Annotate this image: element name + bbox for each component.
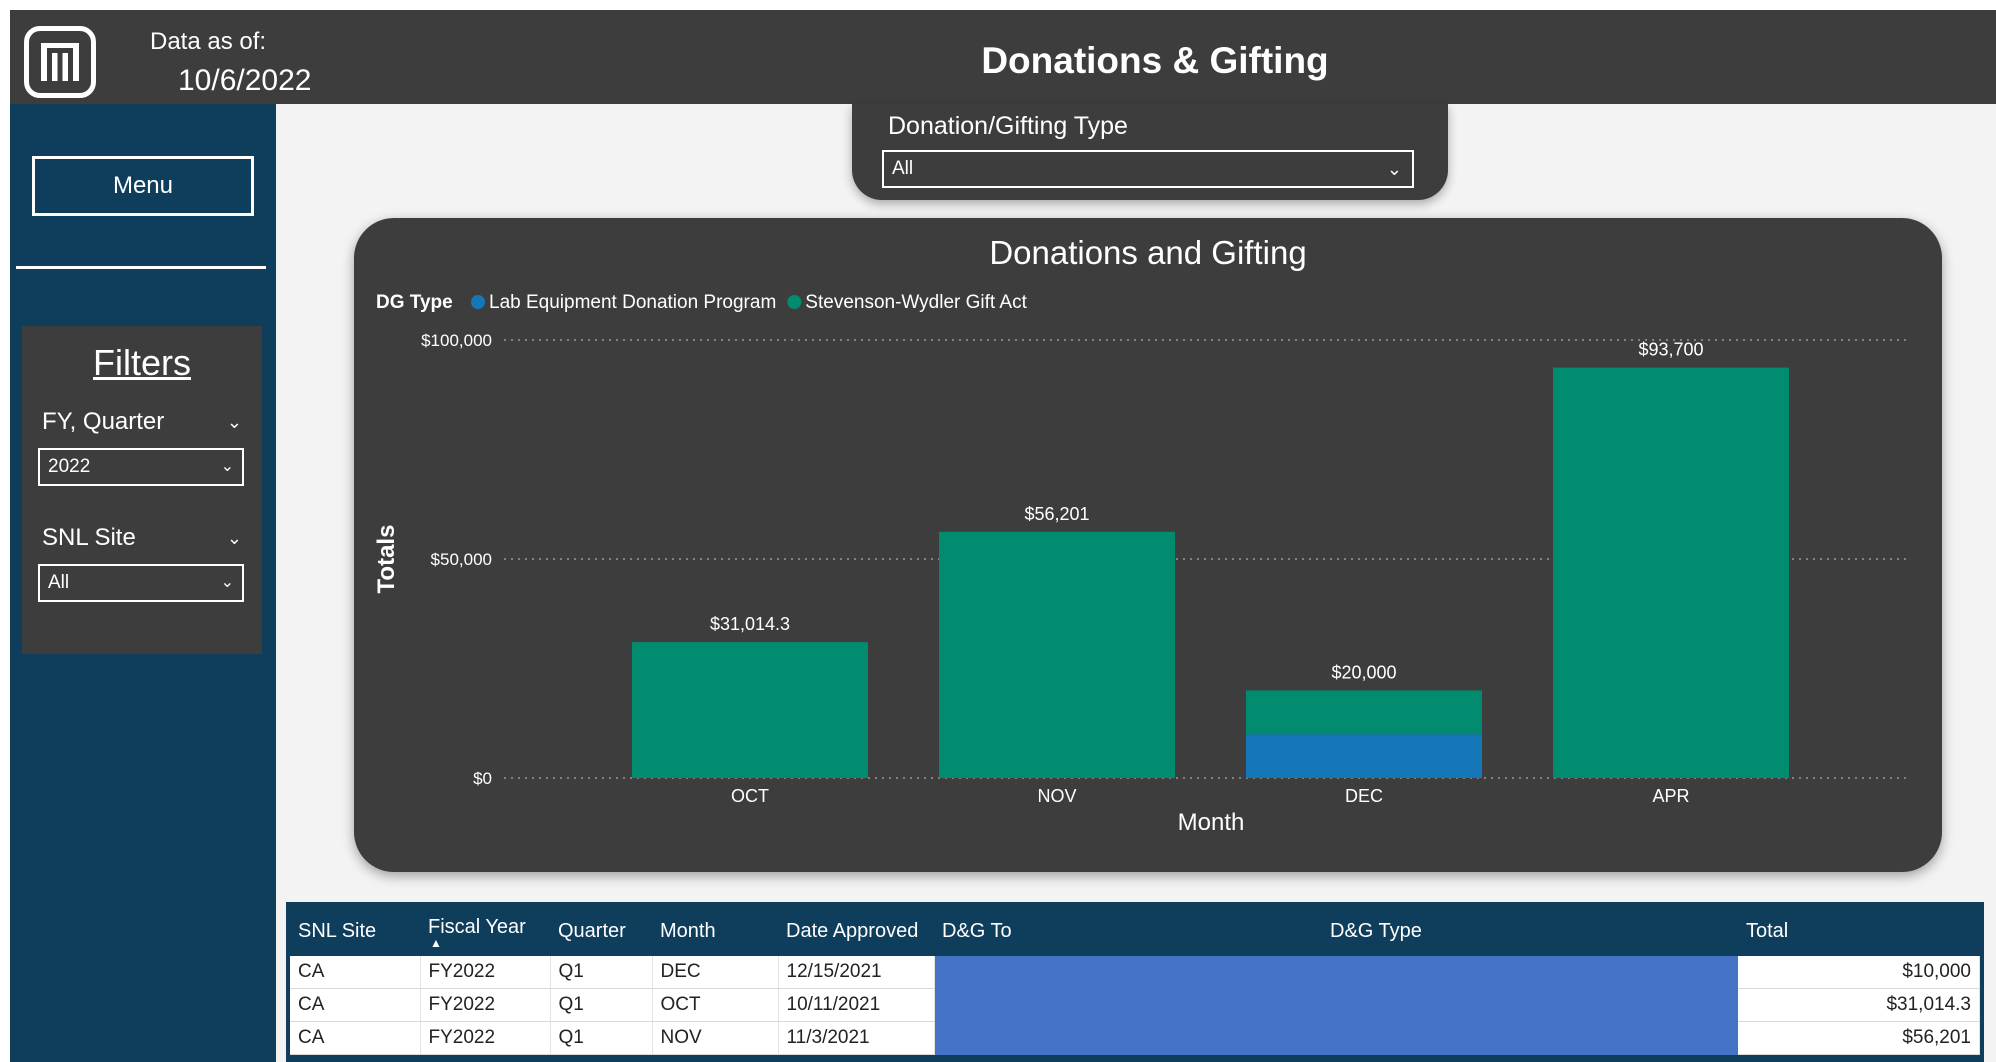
cell-month: OCT xyxy=(652,988,779,1022)
data-label: $31,014.3 xyxy=(710,614,790,634)
y-tick-label: $50,000 xyxy=(431,550,492,569)
snl-site-value: All xyxy=(48,572,70,593)
fy-quarter-expand-icon[interactable]: ⌄ xyxy=(227,412,242,433)
fy-quarter-value: 2022 xyxy=(48,456,91,477)
type-filter-dropdown[interactable]: All ⌄ xyxy=(882,150,1414,188)
cell-month: DEC xyxy=(652,956,779,989)
top-bar: Data as of: 10/6/2022 Donations & Giftin… xyxy=(10,10,1996,104)
x-axis-label: Month xyxy=(1178,809,1245,836)
cell-fiscal-year: FY2022 xyxy=(420,1021,551,1055)
col-header-total[interactable]: Total xyxy=(1738,906,1980,956)
cell-quarter: Q1 xyxy=(550,956,653,989)
data-label: $56,201 xyxy=(1024,504,1089,524)
y-tick-label: $100,000 xyxy=(421,331,492,350)
redacted-cell xyxy=(934,956,1322,989)
table-row[interactable]: CA FY2022 Q1 OCT 10/11/2021 $31,014.3 xyxy=(290,988,1980,1022)
y-tick-label: $0 xyxy=(473,769,492,788)
chevron-down-icon: ⌄ xyxy=(1386,159,1402,179)
bar-segment xyxy=(1246,734,1482,778)
table-header-row: SNL Site Fiscal Year ▲ Quarter Month Date… xyxy=(290,906,1980,956)
col-header-quarter[interactable]: Quarter xyxy=(550,906,652,956)
col-header-dg-to[interactable]: D&G To xyxy=(934,906,1322,956)
cell-total: $31,014.3 xyxy=(1738,988,1980,1022)
legend-title: DG Type xyxy=(376,292,453,313)
fy-quarter-label: FY, Quarter xyxy=(42,408,165,435)
type-filter-value: All xyxy=(892,158,914,179)
page-title: Donations & Gifting xyxy=(981,40,1329,81)
fy-quarter-dropdown[interactable]: 2022 ⌄ xyxy=(38,448,244,486)
cell-month: NOV xyxy=(652,1021,779,1055)
cell-total: $10,000 xyxy=(1738,956,1980,989)
sidebar: Menu Filters FY, Quarter ⌄ 2022 ⌄ SNL Si… xyxy=(10,104,276,1062)
y-axis-label: Totals xyxy=(373,525,400,594)
data-label: $20,000 xyxy=(1331,662,1396,682)
sidebar-divider xyxy=(16,266,266,269)
col-header-fiscal-year[interactable]: Fiscal Year ▲ xyxy=(420,906,550,956)
bar-chart: Donations and Gifting DG Type Lab Equipmen… xyxy=(373,234,1910,836)
cell-date-approved: 11/3/2021 xyxy=(778,1021,935,1055)
legend-entry: Stevenson-Wydler Gift Act xyxy=(805,292,1027,313)
menu-button[interactable]: Menu xyxy=(32,156,254,216)
table-row[interactable]: CA FY2022 Q1 DEC 12/15/2021 $10,000 xyxy=(290,956,1980,989)
redacted-cell xyxy=(1322,988,1738,1022)
redacted-cell xyxy=(934,1021,1322,1055)
x-tick-label: NOV xyxy=(1037,786,1076,806)
cell-fiscal-year: FY2022 xyxy=(420,956,551,989)
col-header-month[interactable]: Month xyxy=(652,906,778,956)
cell-snl-site: CA xyxy=(290,956,421,989)
main-content: Donation/Gifting Type All ⌄ Donations an… xyxy=(276,104,1996,1062)
redacted-cell xyxy=(1322,1021,1738,1055)
cell-total: $56,201 xyxy=(1738,1021,1980,1055)
snl-site-expand-icon[interactable]: ⌄ xyxy=(227,528,242,549)
cell-quarter: Q1 xyxy=(550,1021,653,1055)
data-table: SNL Site Fiscal Year ▲ Quarter Month Date… xyxy=(286,902,1984,1062)
cell-quarter: Q1 xyxy=(550,988,653,1022)
type-filter-panel: Donation/Gifting Type All ⌄ xyxy=(852,104,1448,200)
cell-date-approved: 12/15/2021 xyxy=(778,956,935,989)
cell-fiscal-year: FY2022 xyxy=(420,988,551,1022)
x-tick-label: DEC xyxy=(1345,786,1383,806)
col-header-date-approved[interactable]: Date Approved xyxy=(778,906,934,956)
cell-date-approved: 10/11/2021 xyxy=(778,988,935,1022)
x-tick-label: OCT xyxy=(731,786,769,806)
filters-title: Filters xyxy=(93,342,191,383)
redacted-cell xyxy=(934,988,1322,1022)
redacted-cell xyxy=(1322,956,1738,989)
cell-snl-site: CA xyxy=(290,1021,421,1055)
bar-segment xyxy=(939,531,1175,778)
snl-site-dropdown[interactable]: All ⌄ xyxy=(38,564,244,602)
chart-title: Donations and Gifting xyxy=(989,234,1306,271)
legend-entry: Lab Equipment Donation Program xyxy=(489,292,776,313)
data-label: $93,700 xyxy=(1638,340,1703,360)
chevron-down-icon: ⌄ xyxy=(220,574,234,591)
snl-site-label: SNL Site xyxy=(42,524,136,551)
sort-ascending-icon: ▲ xyxy=(430,935,442,950)
chevron-down-icon: ⌄ xyxy=(220,458,234,475)
filters-panel: Filters FY, Quarter ⌄ 2022 ⌄ SNL Site ⌄ … xyxy=(22,326,262,654)
bar-segment xyxy=(632,642,868,778)
bar-segment xyxy=(1553,367,1789,778)
col-header-dg-type[interactable]: D&G Type xyxy=(1322,906,1738,956)
x-tick-label: APR xyxy=(1652,786,1689,806)
cell-snl-site: CA xyxy=(290,988,421,1022)
legend-marker xyxy=(471,295,485,309)
chart-panel: Donations and Gifting DG Type Lab Equipmen… xyxy=(354,218,1942,872)
legend-marker xyxy=(787,295,802,309)
table-row[interactable]: CA FY2022 Q1 NOV 11/3/2021 $56,201 xyxy=(290,1021,1980,1055)
col-header-snl-site[interactable]: SNL Site xyxy=(290,906,420,956)
bar-segment xyxy=(1246,690,1482,735)
type-filter-label: Donation/Gifting Type xyxy=(888,112,1128,140)
